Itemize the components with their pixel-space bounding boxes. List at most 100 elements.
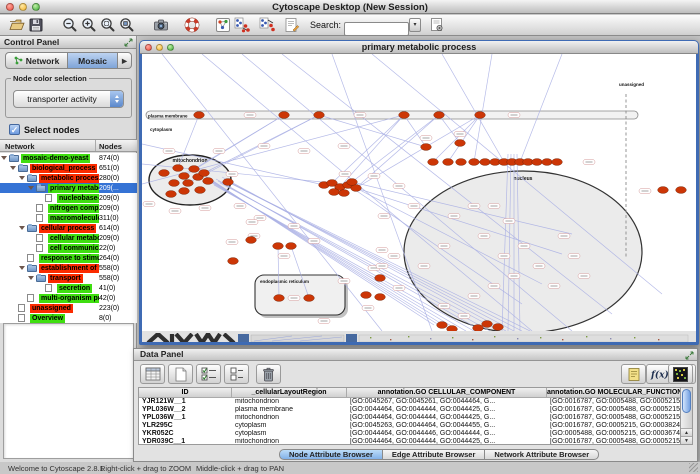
- disclosure-triangle-icon[interactable]: [19, 266, 25, 270]
- tree-row[interactable]: primary metabo209(...: [0, 183, 137, 193]
- network-node[interactable]: [421, 144, 432, 151]
- disclosure-triangle-icon[interactable]: [1, 156, 7, 160]
- tab-network[interactable]: Network: [5, 52, 68, 69]
- network-node[interactable]: [183, 180, 194, 187]
- network-node[interactable]: [159, 170, 170, 177]
- network-node[interactable]: [279, 112, 290, 119]
- network-node[interactable]: [314, 112, 325, 119]
- scroll-up-button[interactable]: ▲: [681, 428, 692, 436]
- network-node[interactable]: [456, 159, 467, 166]
- attribute-table[interactable]: ID_cellularLayoutRegionannotation.GO CEL…: [138, 387, 681, 445]
- network-node[interactable]: [455, 140, 466, 147]
- tree-row[interactable]: metabolic process280(0): [0, 173, 137, 183]
- network-node[interactable]: [469, 159, 480, 166]
- table-cell[interactable]: cytoplasm: [232, 430, 347, 438]
- network-node[interactable]: [339, 190, 350, 197]
- tree-row[interactable]: transport558(0): [0, 273, 137, 283]
- network-node[interactable]: [173, 165, 184, 172]
- tree-row[interactable]: cellular metabo209(0): [0, 233, 137, 243]
- disclosure-triangle-icon[interactable]: [19, 226, 25, 230]
- select-attributes-button[interactable]: [196, 364, 221, 384]
- table-cell[interactable]: YKR052C: [139, 430, 232, 438]
- node-color-dropdown[interactable]: transporter activity: [13, 90, 124, 108]
- tree-column-nodes[interactable]: Nodes: [99, 142, 122, 151]
- network-node[interactable]: [194, 112, 205, 119]
- disclosure-triangle-icon[interactable]: [10, 166, 16, 170]
- table-column-header[interactable]: ID: [139, 388, 232, 397]
- network-node[interactable]: [203, 178, 214, 185]
- tree-row[interactable]: macromolecule311(0): [0, 213, 137, 223]
- region-endoplasmic-reticulum[interactable]: endoplasmic reticulum: [255, 275, 348, 318]
- tree-row[interactable]: multi-organism pro42(0): [0, 293, 137, 303]
- table-cell[interactable]: cytoplasm: [232, 422, 347, 430]
- table-row[interactable]: YDR039C__1mitochondrion[GO:0044464, GO:0…: [139, 438, 680, 445]
- scrollbar-thumb[interactable]: [682, 389, 691, 413]
- network-window-titlebar[interactable]: primary metabolic process: [140, 41, 698, 54]
- network-node[interactable]: [347, 179, 358, 186]
- zoom-fit-button[interactable]: [98, 16, 117, 35]
- tree-row[interactable]: cell communicat22(0): [0, 243, 137, 253]
- table-cell[interactable]: mitochondrion: [232, 438, 347, 445]
- table-cell[interactable]: [GO:0016787, GO:0005215, GO:0003824, G..…: [547, 422, 681, 430]
- network-node[interactable]: [552, 159, 563, 166]
- table-row[interactable]: YPL036W__2plasma membrane[GO:0044464, GO…: [139, 406, 680, 414]
- search-input[interactable]: [344, 22, 409, 36]
- zoom-selected-button[interactable]: [117, 16, 136, 35]
- table-column-header[interactable]: _cellularLayoutRegion: [232, 388, 347, 397]
- attribute-list-button[interactable]: [621, 364, 646, 384]
- network-node[interactable]: [658, 187, 669, 194]
- tree-row[interactable]: secretion41(0): [0, 283, 137, 293]
- table-cell[interactable]: YDR039C__1: [139, 438, 232, 445]
- table-column-header[interactable]: annotation.GO CELLULAR_COMPONENT: [347, 388, 547, 397]
- network-node[interactable]: [223, 179, 234, 186]
- network-node[interactable]: [434, 112, 445, 119]
- new-attribute-button[interactable]: [168, 364, 193, 384]
- network-overview-panel[interactable]: [3, 323, 134, 459]
- tree-row[interactable]: nitrogen compo209(0): [0, 203, 137, 213]
- disclosure-triangle-icon[interactable]: [28, 186, 34, 190]
- table-cell[interactable]: plasma membrane: [232, 406, 347, 414]
- delete-attribute-button[interactable]: [256, 364, 281, 384]
- table-row[interactable]: YPL036W__1mitochondrion[GO:0044464, GO:0…: [139, 414, 680, 422]
- network-node[interactable]: [375, 275, 386, 282]
- zoom-out-button[interactable]: [60, 16, 79, 35]
- table-cell[interactable]: [GO:0044464, GO:0044446, GO:0044444, G..…: [347, 430, 547, 438]
- tree-row[interactable]: nucleobase-209(0): [0, 193, 137, 203]
- table-cell[interactable]: [GO:0045263, GO:0044464, GO:0044455, G..…: [347, 422, 547, 430]
- disclosure-triangle-icon[interactable]: [19, 176, 25, 180]
- network-node[interactable]: [329, 189, 340, 196]
- network-node[interactable]: [482, 321, 493, 328]
- annotation-button[interactable]: [282, 16, 301, 35]
- save-session-button[interactable]: [26, 16, 45, 35]
- table-cell[interactable]: [GO:0044464, GO:0044444, GO:0044425, G..…: [347, 406, 547, 414]
- network-node[interactable]: [428, 159, 439, 166]
- open-session-button[interactable]: [7, 16, 26, 35]
- matrix-view-button[interactable]: [668, 364, 693, 384]
- network-node[interactable]: [493, 324, 504, 331]
- select-nodes-checkbox[interactable]: ✓: [9, 124, 20, 135]
- network-node[interactable]: [399, 112, 410, 119]
- network-node[interactable]: [286, 243, 297, 250]
- network-node[interactable]: [437, 322, 448, 329]
- tree-row[interactable]: unassigned223(0): [0, 303, 137, 313]
- table-column-header[interactable]: annotation.GO MOLECULAR_FUNCTION: [547, 388, 681, 397]
- table-cell[interactable]: YPL036W__1: [139, 414, 232, 422]
- table-row[interactable]: YJR121W__1mitochondrion[GO:0045267, GO:0…: [139, 398, 680, 406]
- table-cell[interactable]: YPL036W__2: [139, 406, 232, 414]
- table-row[interactable]: YLR295Ccytoplasm[GO:0045263, GO:0044464,…: [139, 422, 680, 430]
- network-node[interactable]: [179, 173, 190, 180]
- network-node[interactable]: [274, 295, 285, 302]
- tree-column-network[interactable]: Network: [5, 142, 35, 151]
- table-cell[interactable]: mitochondrion: [232, 398, 347, 406]
- table-cell[interactable]: [GO:0005488, GO:0005215, GO:0003674]: [547, 430, 681, 438]
- resize-grip[interactable]: [689, 463, 698, 472]
- table-cell[interactable]: [GO:0016787, GO:0005488, GO:0005215, G..…: [547, 398, 681, 406]
- tab-node-attribute-browser[interactable]: Node Attribute Browser: [279, 449, 383, 460]
- search-dropdown-button[interactable]: ▾: [409, 18, 421, 32]
- network-node[interactable]: [375, 294, 386, 301]
- network-node[interactable]: [361, 292, 372, 299]
- network-node[interactable]: [475, 112, 486, 119]
- network-canvas[interactable]: plasma membrane cytoplasm nucleus mitoch…: [142, 54, 696, 331]
- zoom-in-button[interactable]: [79, 16, 98, 35]
- tree-column-divider[interactable]: [95, 140, 96, 151]
